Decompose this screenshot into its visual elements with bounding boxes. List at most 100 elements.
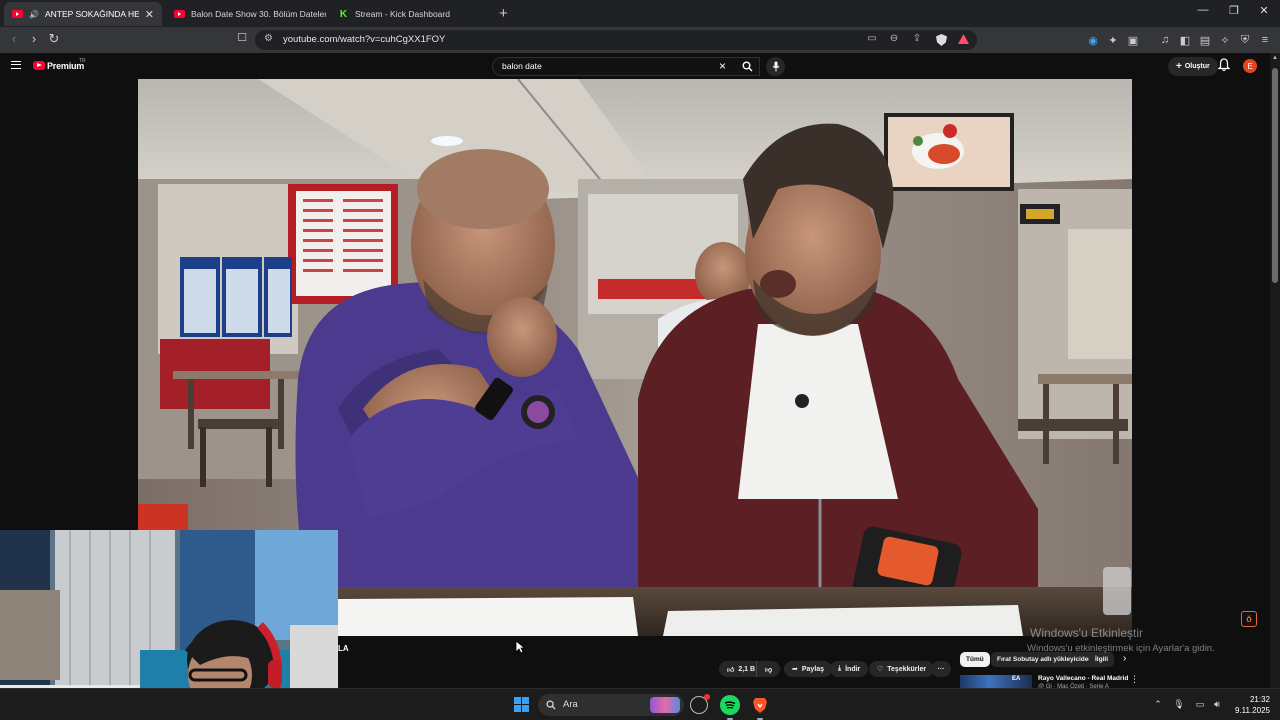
thumbs-down-icon: 👎︎ — [765, 666, 773, 674]
clear-search-icon[interactable]: × — [719, 59, 726, 73]
tab-antep[interactable]: 🔊 ANTEP SOKAĞINDA HER ŞEYİ ✕ — [4, 2, 162, 26]
hamburger-menu-icon[interactable] — [11, 61, 21, 69]
tab-kick-dashboard[interactable]: K Stream - Kick Dashboard — [330, 2, 490, 26]
share-icon[interactable]: ⇪ — [910, 33, 924, 44]
download-button[interactable]: ⤓ İndir — [830, 661, 869, 677]
recommendation-menu-icon[interactable]: ⋮ — [1130, 674, 1139, 685]
share-button[interactable]: ➦ Paylaş — [784, 661, 833, 677]
search-highlight-art — [650, 697, 680, 713]
leo-icon[interactable]: ◉ — [1086, 34, 1100, 47]
network-icon[interactable]: ▭ — [1193, 699, 1207, 710]
brave-browser-icon[interactable] — [750, 695, 770, 720]
search-icon — [742, 61, 752, 72]
mouse-cursor-icon — [515, 640, 525, 654]
clock-time: 21:32 — [1249, 695, 1270, 704]
notification-dot — [704, 694, 710, 700]
screenshot-icon[interactable]: ▣ — [1126, 34, 1140, 47]
tray-overflow-icon[interactable]: ⌃ — [1151, 699, 1165, 710]
extensions-icon[interactable]: ✦ — [1106, 34, 1120, 47]
dislike-button[interactable]: 👎︎ — [756, 661, 781, 677]
url-text[interactable]: youtube.com/watch?v=cuhCgXX1FOY — [283, 34, 445, 45]
like-count: 2,1 B — [738, 665, 756, 673]
brave-lion-icon — [753, 698, 767, 713]
new-tab-button[interactable]: + — [499, 5, 508, 22]
thanks-icon: ♡ — [877, 666, 884, 673]
clock-date: 9.11.2025 — [1235, 706, 1270, 715]
vpn-icon[interactable]: ⛨ — [1238, 34, 1252, 47]
tab-balon-date[interactable]: Balon Date Show 30. Bölüm Dateleri — [166, 2, 326, 26]
windows-taskbar: Ara ⌃ 🎙︎ ▭ 🔊︎ 21:32 9.11.2025 — [0, 688, 1280, 720]
system-clock[interactable]: 21:32 9.11.2025 — [1232, 694, 1270, 716]
brave-rewards-icon[interactable] — [958, 34, 969, 44]
windows-activation-text: Windows'u etkinleştirmek için Ayarlar'a … — [1027, 643, 1215, 654]
spotify-waves-icon — [724, 700, 736, 709]
download-icon: ⤓ — [838, 665, 842, 672]
thumbnail-text: EA — [1012, 676, 1021, 682]
close-window-icon[interactable]: ✕ — [1257, 4, 1271, 17]
youtube-icon — [12, 10, 23, 18]
microphone-icon — [772, 61, 779, 72]
windows-activation-title: Windows'u Etkinleştir — [1030, 626, 1143, 640]
spotify-icon[interactable] — [720, 695, 740, 720]
site-settings-icon[interactable]: ⚙ — [264, 33, 273, 44]
tab-label: ANTEP SOKAĞINDA HER ŞEYİ — [44, 9, 139, 19]
account-avatar[interactable]: E — [1243, 59, 1257, 73]
plus-icon: + — [1176, 61, 1182, 72]
scrollbar-thumb[interactable] — [1272, 68, 1278, 283]
video-title-fragment[interactable]: LA — [338, 644, 349, 653]
reload-icon[interactable]: ↻ — [46, 31, 62, 47]
restore-icon[interactable]: ❐ — [1227, 4, 1241, 17]
browser-tab-strip: 🔊 ANTEP SOKAĞINDA HER ŞEYİ ✕ Balon Date … — [0, 0, 1280, 27]
search-box[interactable]: balon date × — [492, 57, 760, 76]
taskbar-app-icon[interactable] — [690, 694, 710, 714]
floating-app-icon[interactable]: ŏ — [1241, 611, 1257, 627]
brave-shield-icon[interactable] — [936, 34, 947, 46]
bookmark-icon[interactable]: ☐ — [234, 31, 250, 44]
forward-icon[interactable]: › — [26, 31, 42, 46]
chip-all[interactable]: Tümü — [960, 652, 990, 667]
share-arrow-icon: ➦ — [792, 666, 798, 673]
recommendation-thumbnail[interactable]: EA — [960, 675, 1032, 688]
chips-next-icon[interactable]: › — [1123, 653, 1126, 664]
search-icon — [546, 700, 556, 710]
tray-mic-icon[interactable]: 🎙︎ — [1172, 699, 1186, 710]
more-actions-button[interactable]: ··· — [931, 661, 951, 677]
chip-from-uploader[interactable]: Fırat Sobutay adlı yükleyiciden — [991, 652, 1099, 667]
search-input[interactable]: balon date — [502, 61, 542, 71]
chip-related[interactable]: İlgili — [1089, 652, 1114, 667]
address-bar[interactable]: ⚙ youtube.com/watch?v=cuhCgXX1FOY ▭ ⊖ ⇪ — [255, 30, 977, 50]
thanks-button[interactable]: ♡ Teşekkürler — [869, 661, 935, 677]
speaker-icon[interactable]: 🔊 — [29, 10, 39, 19]
thumbs-up-icon: 👍︎ — [727, 666, 735, 674]
search-button[interactable] — [735, 57, 759, 76]
tab-label: Balon Date Show 30. Bölüm Dateleri — [191, 9, 326, 19]
minimize-icon[interactable]: — — [1196, 4, 1210, 16]
voice-search-button[interactable] — [766, 57, 785, 76]
zoom-icon[interactable]: ⊖ — [887, 33, 901, 44]
wallet-icon[interactable]: ▤ — [1198, 34, 1212, 47]
browser-toolbar: ‹ › ↻ ☐ ⚙ youtube.com/watch?v=cuhCgXX1FO… — [0, 27, 1280, 53]
page-scrollbar[interactable]: ▲ — [1270, 53, 1280, 688]
youtube-icon — [174, 10, 185, 18]
windows-start-icon[interactable] — [514, 697, 529, 712]
country-code: TR — [79, 58, 86, 64]
taskbar-search[interactable]: Ara — [538, 694, 684, 716]
scroll-up-icon[interactable]: ▲ — [1272, 55, 1278, 61]
menu-icon[interactable]: ≡ — [1258, 34, 1272, 46]
media-icon[interactable]: ♫ — [1158, 34, 1172, 46]
back-icon[interactable]: ‹ — [6, 31, 22, 46]
volume-icon[interactable]: 🔊︎ — [1210, 699, 1224, 710]
share-label: Paylaş — [801, 665, 825, 673]
recommendation-title[interactable]: Rayo Vallecano - Real Madrid — [1038, 675, 1128, 682]
more-icon: ··· — [937, 665, 945, 673]
create-button[interactable]: + Oluştur — [1168, 57, 1218, 76]
search-label: Ara — [563, 699, 578, 710]
youtube-logo-icon[interactable] — [33, 61, 45, 70]
notifications-bell-icon[interactable] — [1218, 58, 1230, 72]
cast-icon[interactable]: ▭ — [865, 33, 879, 44]
tab-label: Stream - Kick Dashboard — [355, 9, 450, 19]
sidebar-icon[interactable]: ◧ — [1178, 34, 1192, 47]
close-tab-icon[interactable]: ✕ — [145, 8, 154, 21]
ai-icon[interactable]: ✧ — [1218, 34, 1232, 47]
thanks-label: Teşekkürler — [887, 665, 927, 673]
